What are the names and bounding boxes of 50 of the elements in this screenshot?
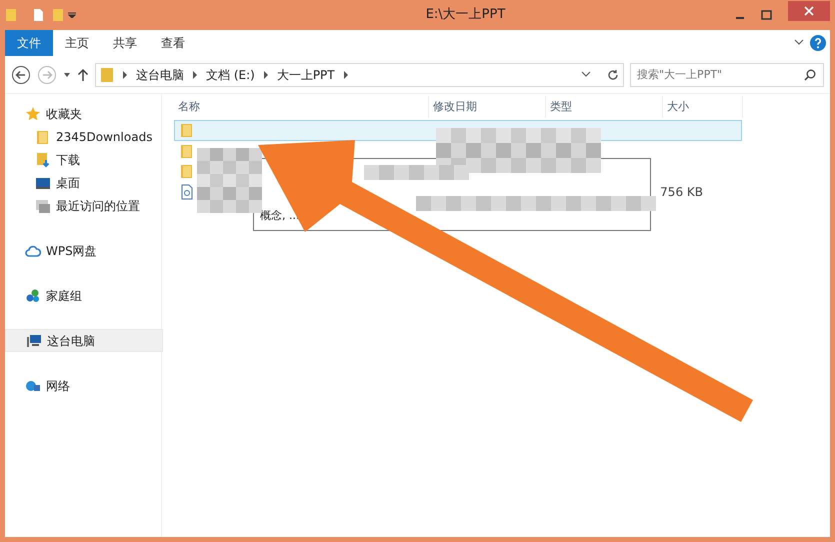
sidebar-item[interactable]: 桌面 [5,171,161,194]
ribbon-tab[interactable]: 查看 [149,30,197,56]
folder-icon [179,163,195,180]
column-header[interactable]: 大小 [663,96,743,118]
breadcrumb-item[interactable]: 这台电脑 [136,66,184,84]
folder-icon [35,128,51,144]
recent-places-icon [35,198,51,214]
dropdown-icon[interactable] [68,12,76,18]
ribbon-tab[interactable]: 共享 [101,30,149,56]
help-icon[interactable] [810,35,826,51]
folder-icon [100,66,114,82]
refresh-icon[interactable] [607,68,619,80]
breadcrumb-item[interactable]: 大一上PPT [276,66,335,84]
maximize-icon[interactable] [761,10,772,20]
sidebar-item[interactable]: 家庭组 [5,284,161,307]
back-icon[interactable] [11,64,31,84]
download-folder-icon [35,152,51,168]
chevron-icon[interactable] [192,70,198,78]
dropdown-icon[interactable] [63,72,71,78]
window-title: E:\大一上PPT [424,6,506,24]
homegroup-icon [25,288,41,304]
chevron-icon[interactable] [122,70,128,78]
sidebar-item[interactable]: 网络 [5,374,161,397]
chevron-icon[interactable] [342,70,349,78]
star-icon [25,106,41,122]
column-header[interactable]: 修改日期 [429,96,546,118]
ribbon-tab[interactable]: 主页 [53,30,101,56]
file-menu-button[interactable]: 文件 [5,30,53,56]
column-header[interactable]: 名称 [174,96,429,118]
sidebar-item[interactable]: 最近访问的位置 [5,194,161,217]
document-icon [179,184,195,200]
breadcrumb-item[interactable]: 文档 (E:) [206,66,255,84]
sidebar-item[interactable]: 下载 [5,148,161,171]
file-size: 756 KB [660,184,703,201]
dropdown-icon[interactable] [581,71,591,78]
computer-icon [26,332,42,348]
folder-icon [179,142,195,159]
sidebar-item[interactable]: 这台电脑 [5,329,163,352]
close-icon[interactable] [804,6,814,16]
up-arrow-icon[interactable] [77,68,89,82]
folder-icon [179,122,195,138]
chevron-icon[interactable] [262,70,269,78]
search-field[interactable]: 搜索"大一上PPT" [630,62,824,86]
sidebar-item[interactable]: WPS网盘 [5,239,161,262]
expand-icon[interactable] [794,39,804,46]
column-header[interactable]: 类型 [546,96,663,118]
close-button[interactable] [788,1,830,21]
sidebar-item[interactable]: 2345Downloads [5,125,161,148]
sidebar-item[interactable]: 收藏夹 [5,102,161,125]
address-field[interactable]: 这台电脑 文档 (E:) 大一上PPT [95,62,624,86]
